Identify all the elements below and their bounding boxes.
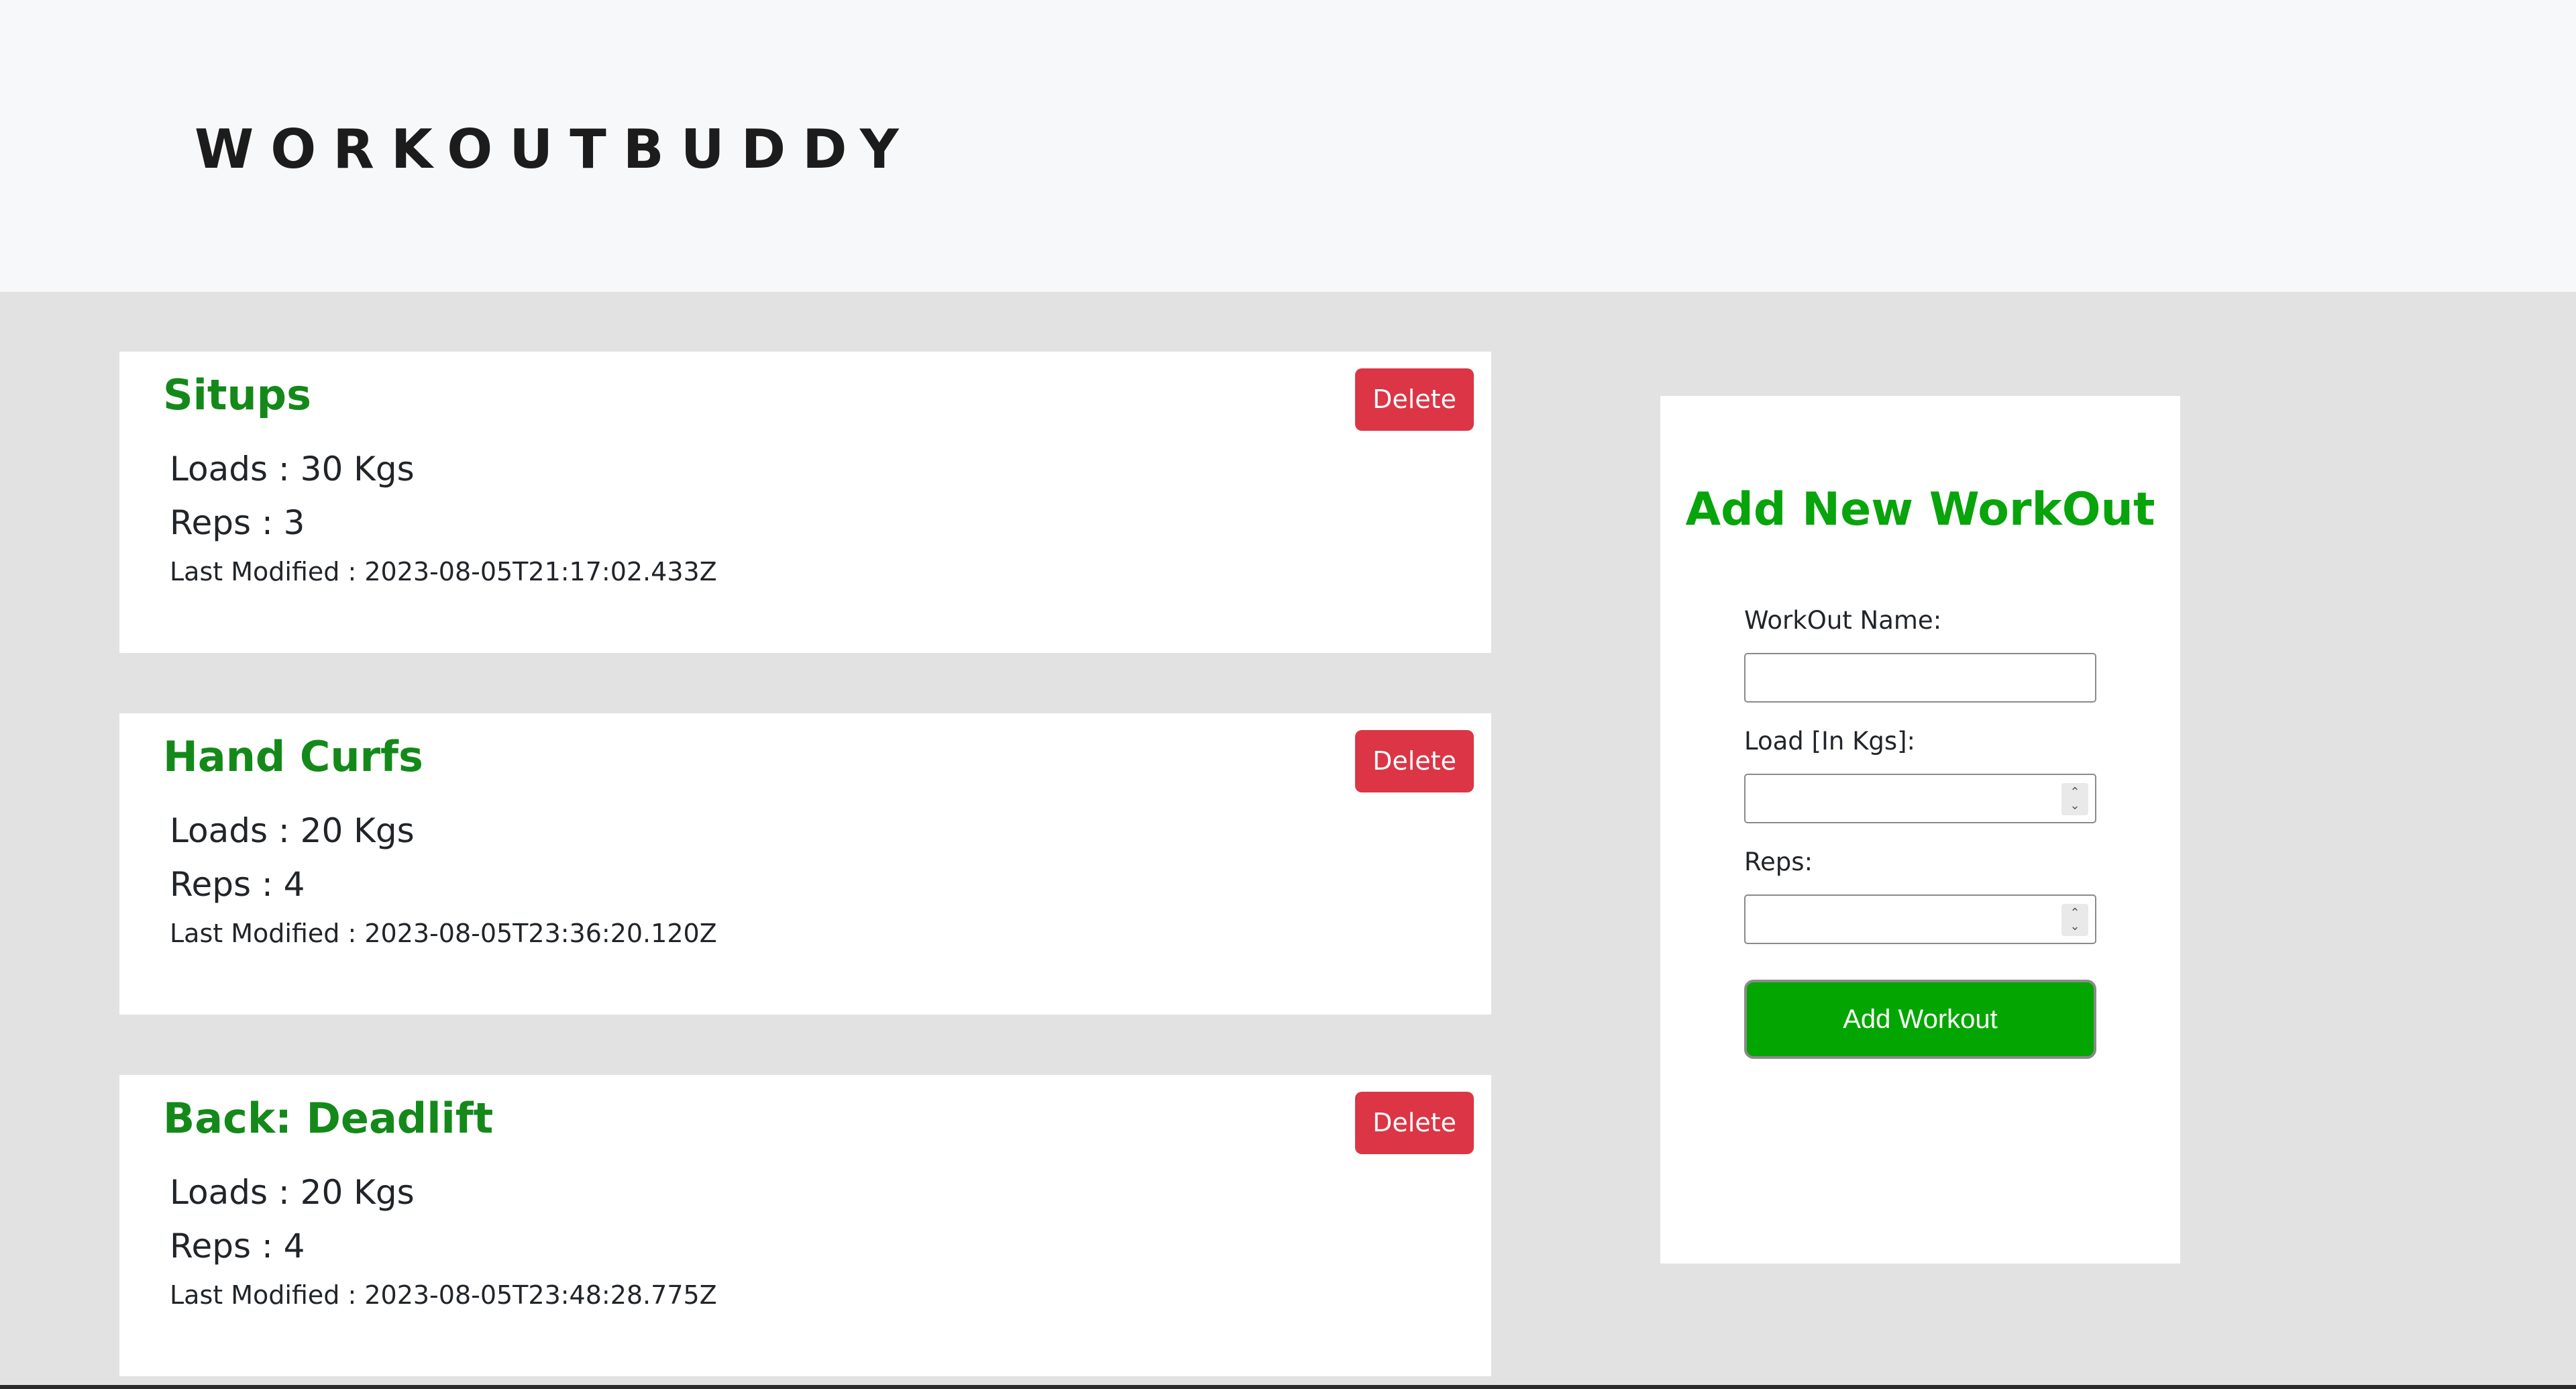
- workout-last-modified: Last Modified : 2023-08-05T23:36:20.120Z: [170, 919, 717, 948]
- chevron-down-icon[interactable]: ⌄: [2070, 920, 2080, 933]
- workout-reps: Reps : 4: [170, 865, 305, 904]
- workout-name-label: WorkOut Name:: [1744, 606, 1942, 635]
- reps-input[interactable]: ⌃ ⌄: [1744, 894, 2096, 944]
- workout-card: Back: Deadlift Delete Loads : 20 Kgs Rep…: [119, 1075, 1491, 1376]
- workout-loads: Loads : 20 Kgs: [170, 811, 415, 850]
- chevron-up-icon[interactable]: ⌃: [2070, 907, 2080, 920]
- workout-name-input[interactable]: [1744, 653, 2096, 703]
- page-bottom-border: [0, 1385, 2576, 1389]
- workout-reps: Reps : 3: [170, 503, 305, 542]
- workout-loads: Loads : 30 Kgs: [170, 450, 415, 488]
- workout-title: Back: Deadlift: [163, 1094, 494, 1143]
- load-stepper[interactable]: ⌃ ⌄: [2061, 783, 2088, 815]
- workout-last-modified: Last Modified : 2023-08-05T23:48:28.775Z: [170, 1280, 717, 1310]
- add-workout-button[interactable]: Add Workout: [1744, 980, 2096, 1059]
- chevron-up-icon[interactable]: ⌃: [2070, 786, 2080, 799]
- delete-button[interactable]: Delete: [1355, 1092, 1474, 1154]
- workout-loads: Loads : 20 Kgs: [170, 1173, 415, 1212]
- workout-title: Situps: [163, 370, 311, 419]
- app-brand[interactable]: WORKOUTBUDDY: [195, 113, 916, 187]
- delete-button[interactable]: Delete: [1355, 730, 1474, 792]
- workout-title: Hand Curfs: [163, 732, 423, 781]
- workout-card: Hand Curfs Delete Loads : 20 Kgs Reps : …: [119, 713, 1491, 1015]
- reps-stepper[interactable]: ⌃ ⌄: [2061, 904, 2088, 936]
- load-input[interactable]: ⌃ ⌄: [1744, 774, 2096, 823]
- form-title: Add New WorkOut: [1685, 483, 2155, 536]
- delete-button[interactable]: Delete: [1355, 368, 1474, 431]
- load-label: Load [In Kgs]:: [1744, 727, 1916, 756]
- reps-label: Reps:: [1744, 847, 1813, 876]
- chevron-down-icon[interactable]: ⌄: [2070, 799, 2080, 813]
- add-workout-form: Add New WorkOut WorkOut Name: Load [In K…: [1660, 396, 2180, 1264]
- workout-card: Situps Delete Loads : 30 Kgs Reps : 3 La…: [119, 352, 1491, 653]
- workout-reps: Reps : 4: [170, 1227, 305, 1266]
- navbar: WORKOUTBUDDY: [0, 0, 2576, 292]
- workout-last-modified: Last Modified : 2023-08-05T21:17:02.433Z: [170, 557, 717, 586]
